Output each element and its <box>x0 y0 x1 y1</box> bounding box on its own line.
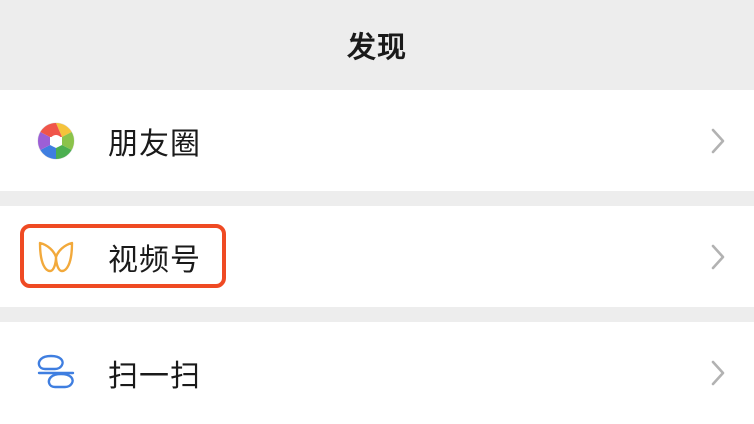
moments-aperture-icon <box>34 119 78 163</box>
list-item-scan[interactable]: 扫一扫 <box>0 322 754 424</box>
chevron-right-icon <box>708 358 728 388</box>
list-item-channels[interactable]: 视频号 <box>0 206 754 307</box>
list-item-label: 扫一扫 <box>108 359 201 394</box>
scan-icon <box>34 351 78 395</box>
chevron-right-icon <box>708 242 728 272</box>
list-item-label: 视频号 <box>108 242 201 278</box>
top-nav-bar: 发现 <box>0 0 754 90</box>
list-item-moments[interactable]: 朋友圈 <box>0 90 754 191</box>
list-item-label: 朋友圈 <box>108 126 201 162</box>
channels-butterfly-icon <box>34 235 78 279</box>
chevron-right-icon <box>708 126 728 156</box>
page-title: 发现 <box>346 30 407 64</box>
